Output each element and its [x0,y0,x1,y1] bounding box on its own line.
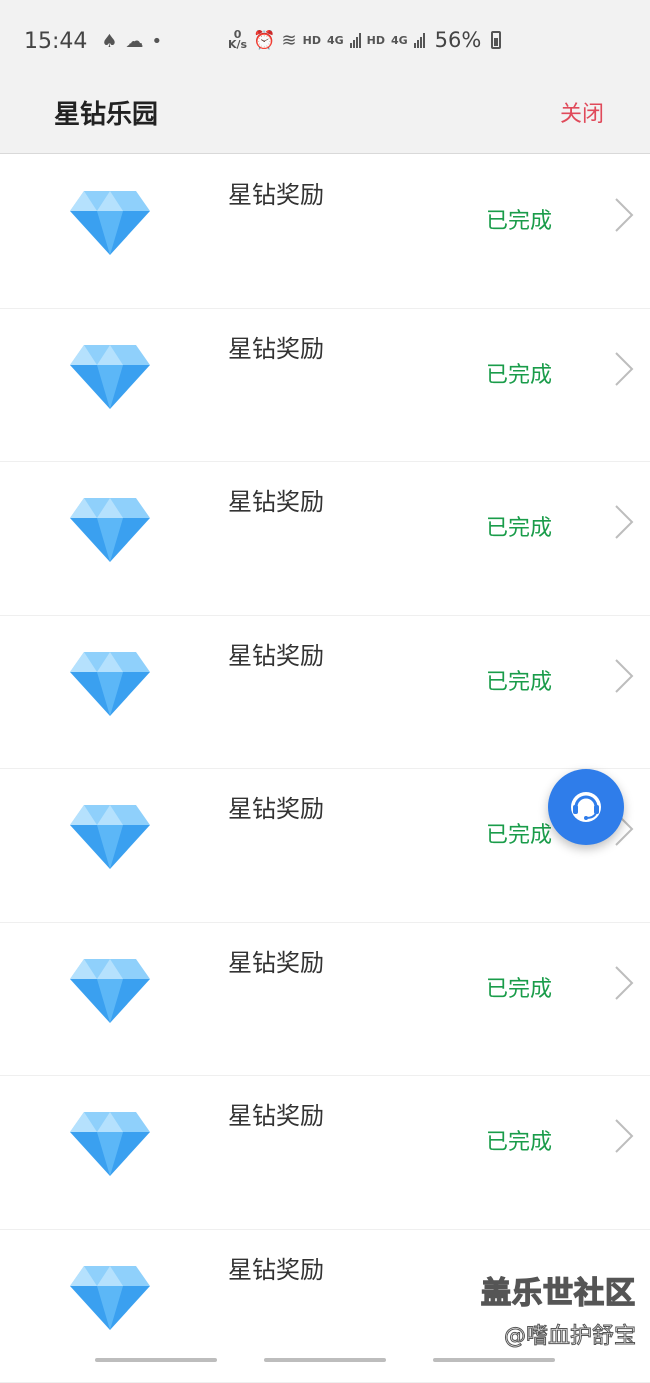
list-item[interactable]: 星钻奖励 已完成 [0,462,650,616]
status-badge: 已完成 [486,664,552,696]
list-item[interactable]: 星钻奖励 已完成 [0,309,650,463]
status-badge: 已完成 [486,203,552,235]
close-button[interactable]: 关闭 [560,96,604,128]
chevron-right-icon[interactable] [610,502,636,542]
diamond-icon [70,959,150,1023]
app-notification-icon: ♠ [101,31,125,52]
item-title: 星钻奖励 [228,482,324,517]
status-badge: 已完成 [486,817,552,849]
more-notifications-dot-icon: • [152,31,171,52]
chevron-right-icon[interactable] [610,656,636,696]
network-type-2: 4G [391,34,408,47]
item-title: 星钻奖励 [228,1250,324,1285]
list-item[interactable]: 星钻奖励 已完成 [0,1076,650,1230]
nav-recent-button[interactable] [95,1358,217,1362]
battery-icon [491,31,501,49]
battery-percent: 56% [435,28,482,52]
signal-icon [350,32,361,48]
diamond-icon [70,345,150,409]
list-item[interactable]: 星钻奖励 已完成 [0,155,650,309]
chevron-right-icon[interactable] [610,963,636,1003]
hd-label-2: HD [367,34,385,47]
diamond-icon [70,652,150,716]
chevron-right-icon[interactable] [610,349,636,389]
item-title: 星钻奖励 [228,329,324,364]
diamond-icon [70,498,150,562]
notification-icons: ♠☁• [101,31,170,52]
status-badge: 已完成 [486,1124,552,1156]
hd-label-1: HD [303,34,321,47]
item-title: 星钻奖励 [228,789,324,824]
network-type-1: 4G [327,34,344,47]
reward-list: 星钻奖励 已完成 星钻奖励 已完成 星钻奖励 已完成 [0,155,650,1383]
nav-home-button[interactable] [264,1358,386,1362]
item-title: 星钻奖励 [228,175,324,210]
item-title: 星钻奖励 [228,636,324,671]
app-header: 星钻乐园 关闭 [0,82,650,154]
list-item[interactable]: 星钻奖励 已完成 [0,616,650,770]
chevron-right-icon[interactable] [610,195,636,235]
diamond-icon [70,1266,150,1330]
status-indicators: 0 K/s ⏰ ≋ HD 4G HD 4G 56% [228,28,501,52]
item-title: 星钻奖励 [228,943,324,978]
item-title: 星钻奖励 [228,1096,324,1131]
status-bar: 15:44 ♠☁• 0 K/s ⏰ ≋ HD 4G HD 4G 56% [0,0,650,82]
diamond-icon [70,191,150,255]
diamond-icon [70,1112,150,1176]
status-time: 15:44 [24,29,87,54]
page-title: 星钻乐园 [54,94,158,131]
nav-back-button[interactable] [433,1358,555,1362]
watermark: 盖乐世社区 @嗜血护舒宝 [481,1268,636,1350]
network-speed: 0 K/s [228,30,247,50]
status-badge: 已完成 [486,357,552,389]
customer-service-headset-icon [564,785,608,829]
wechat-icon: ☁ [126,31,152,52]
wifi-icon: ≋ [282,30,297,51]
chevron-right-icon[interactable] [610,1116,636,1156]
watermark-title: 盖乐世社区 [481,1268,636,1312]
customer-service-button[interactable] [548,769,624,845]
status-badge: 已完成 [486,510,552,542]
signal-icon-2 [414,32,425,48]
status-badge: 已完成 [486,971,552,1003]
navigation-bar [0,1350,650,1373]
list-item[interactable]: 星钻奖励 已完成 [0,923,650,1077]
diamond-icon [70,805,150,869]
watermark-author: @嗜血护舒宝 [481,1318,636,1350]
alarm-icon: ⏰ [253,30,275,51]
